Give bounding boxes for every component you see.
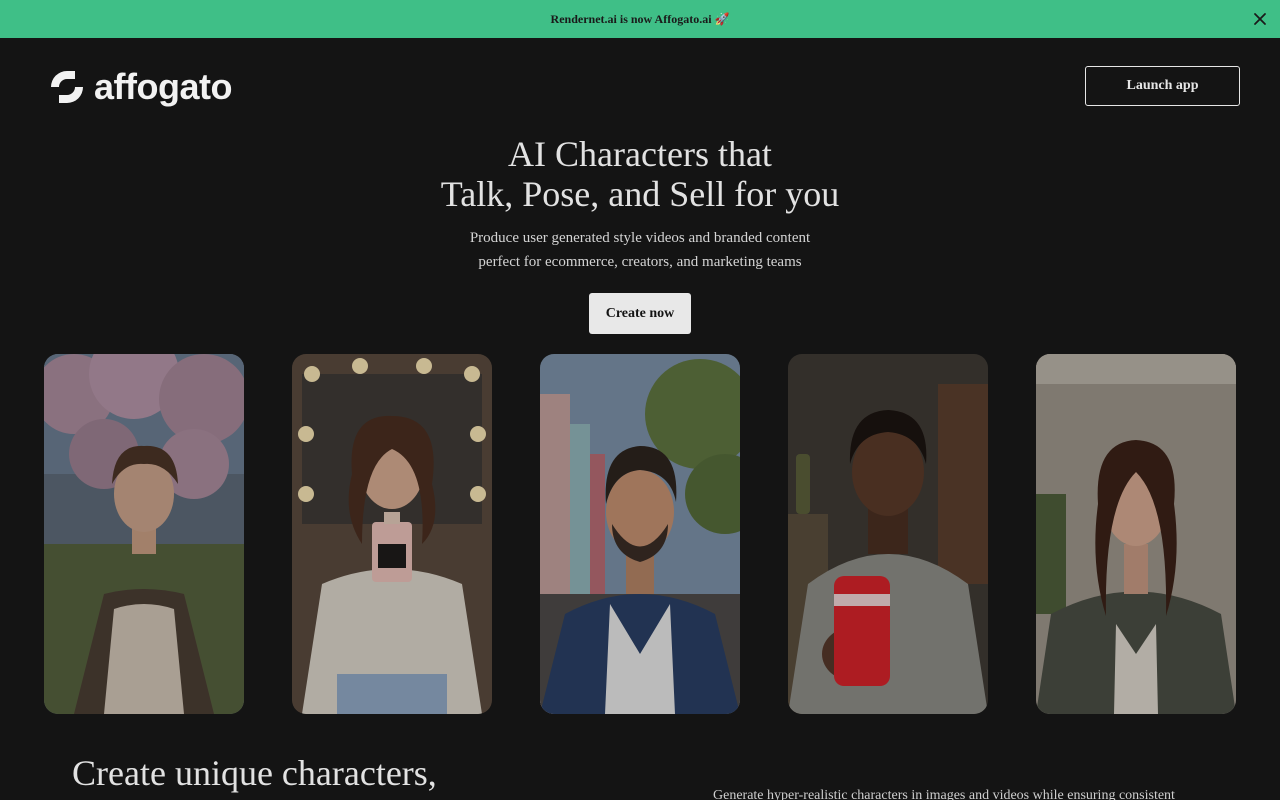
hero-section: AI Characters that Talk, Pose, and Sell … <box>0 134 1280 274</box>
announcement-banner: Rendernet.ai is now Affogato.ai 🚀 <box>0 0 1280 38</box>
banner-text: Rendernet.ai is now Affogato.ai 🚀 <box>550 11 730 26</box>
site-header: affogato Launch app <box>0 38 1280 134</box>
hero-subtitle-line1: Produce user generated style videos and … <box>469 230 811 246</box>
logo[interactable]: affogato <box>48 66 232 108</box>
hero-title: AI Characters that Talk, Pose, and Sell … <box>0 134 1280 214</box>
character-card-woman-indoors[interactable] <box>1036 354 1236 714</box>
section-description: Generate hyper-realistic characters in i… <box>713 788 1175 800</box>
close-icon[interactable] <box>1250 9 1270 29</box>
section-title: Create unique characters, <box>72 753 437 793</box>
character-card-man-with-cola[interactable] <box>788 354 988 714</box>
affogato-logo-icon <box>51 71 83 103</box>
character-card-woman-cherry-blossoms[interactable] <box>44 354 244 714</box>
hero-subtitle: Produce user generated style videos and … <box>0 226 1280 274</box>
logo-text: affogato <box>94 66 232 107</box>
create-now-button[interactable]: Create now <box>589 293 691 334</box>
character-card-woman-with-perfume[interactable] <box>292 354 492 714</box>
hero-subtitle-line2: perfect for ecommerce, creators, and mar… <box>478 254 802 270</box>
hero-title-line1: AI Characters that <box>508 134 772 174</box>
character-gallery <box>44 354 1236 714</box>
launch-app-button[interactable]: Launch app <box>1085 66 1240 106</box>
hero-title-line2: Talk, Pose, and Sell for you <box>440 174 840 214</box>
character-card-man-on-street[interactable] <box>540 354 740 714</box>
